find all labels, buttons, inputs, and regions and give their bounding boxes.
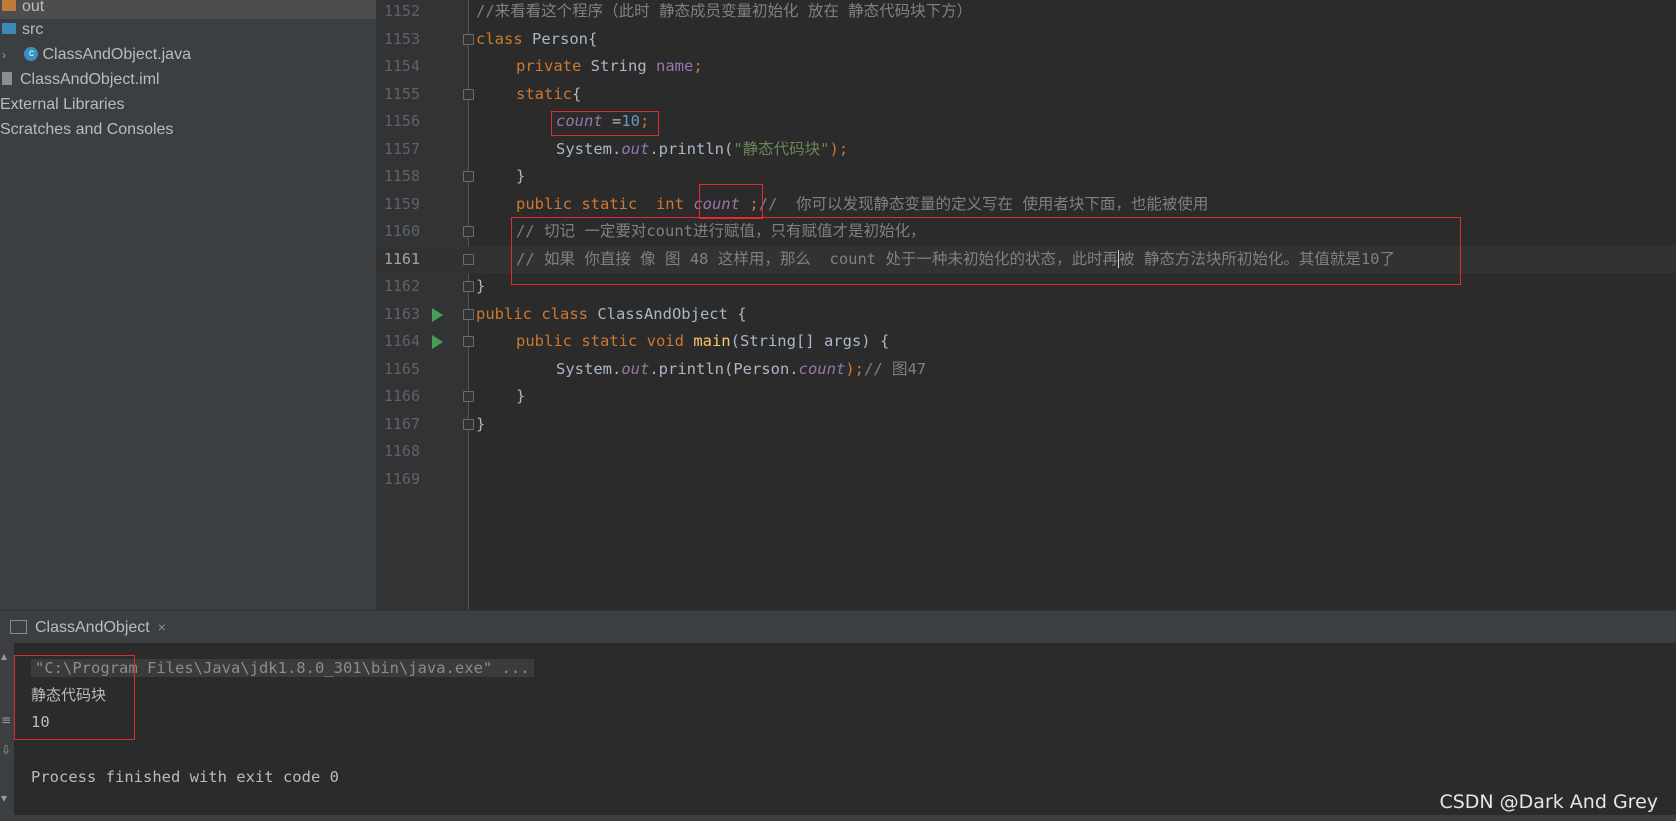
line-number: 1165 — [383, 359, 420, 378]
code-text[interactable]: public static void main(String[] args) { — [516, 328, 889, 356]
fold-icon[interactable] — [463, 418, 474, 430]
code-line[interactable]: 1159 public static int count ;// 你可以发现静态… — [376, 191, 1676, 219]
line-number: 1163 — [383, 304, 420, 323]
annotation-box — [14, 655, 135, 740]
line-number: 1156 — [383, 112, 420, 130]
code-text[interactable]: private String name; — [516, 53, 703, 81]
code-text[interactable]: static{ — [516, 81, 581, 109]
fold-icon[interactable] — [463, 88, 474, 100]
code-text[interactable]: } — [516, 163, 525, 191]
code-text[interactable]: public class ClassAndObject { — [476, 301, 747, 329]
console-icon — [10, 619, 27, 634]
fold-icon[interactable] — [463, 171, 474, 182]
code-text[interactable]: } — [476, 411, 485, 439]
java-class-icon: c — [24, 46, 39, 61]
code-line[interactable]: 1153 class Person{ — [376, 26, 1676, 54]
code-line[interactable]: 1163 public class ClassAndObject { — [376, 301, 1676, 329]
line-number: 1153 — [383, 29, 420, 48]
close-icon[interactable]: × — [158, 619, 166, 635]
module-file-icon — [2, 72, 12, 86]
line-number: 1167 — [383, 414, 420, 433]
scroll-to-end-icon[interactable]: ⇩ — [1, 743, 11, 757]
code-text[interactable]: class Person{ — [476, 26, 597, 54]
fold-icon[interactable] — [463, 336, 474, 347]
code-line[interactable]: 1154 private String name; — [376, 53, 1676, 81]
line-number: 1157 — [383, 139, 420, 158]
tree-item-label: Scratches and Consoles — [0, 121, 174, 138]
code-text[interactable]: System.out.println(Person.count);// 图47 — [556, 356, 926, 384]
tree-item-classandobject-java[interactable]: › c ClassAndObject.java — [0, 42, 191, 67]
tree-item-classandobject-iml[interactable]: ClassAndObject.iml — [0, 67, 160, 92]
fold-icon[interactable] — [463, 226, 474, 237]
folder-icon — [2, 23, 16, 35]
code-editor[interactable]: 1152 //来看看这个程序（此时 静态成员变量初始化 放在 静态代码块下方） … — [376, 0, 1676, 610]
folder-icon — [2, 0, 16, 12]
code-line[interactable]: 1169 — [376, 466, 1676, 494]
console-exit-message: Process finished with exit code 0 — [31, 768, 339, 786]
fold-icon[interactable] — [463, 253, 474, 265]
tree-item-label: External Libraries — [0, 96, 125, 113]
run-console[interactable]: ▴ ≡ ⇩ ▾ "C:\Program Files\Java\jdk1.8.0_… — [0, 643, 1676, 821]
code-line[interactable]: 1164 public static void main(String[] ar… — [376, 328, 1676, 356]
line-number: 1159 — [383, 194, 420, 213]
run-panel-header: ClassAndObject × — [0, 610, 1676, 644]
code-line[interactable]: 1166 } — [376, 383, 1676, 411]
code-line[interactable]: 1155 static{ — [376, 81, 1676, 109]
fold-icon[interactable] — [463, 33, 474, 45]
watermark: CSDN @Dark And Grey — [1439, 791, 1658, 813]
code-line[interactable]: 1158 } — [376, 163, 1676, 191]
run-tab-label: ClassAndObject — [35, 619, 150, 636]
code-line[interactable]: 1165 System.out.println(Person.count);//… — [376, 356, 1676, 384]
line-number: 1164 — [383, 332, 420, 350]
fold-icon[interactable] — [463, 391, 474, 402]
code-line[interactable]: 1168 — [376, 438, 1676, 466]
annotation-box — [551, 111, 659, 136]
line-number: 1168 — [383, 442, 420, 460]
code-line[interactable]: 1152 //来看看这个程序（此时 静态成员变量初始化 放在 静态代码块下方） — [376, 0, 1676, 26]
chevron-right-icon[interactable]: › — [2, 43, 14, 68]
code-line[interactable]: 1157 System.out.println("静态代码块"); — [376, 136, 1676, 164]
run-tab[interactable]: ClassAndObject × — [10, 611, 166, 644]
tree-item-label: src — [22, 21, 44, 38]
tree-item-scratches[interactable]: Scratches and Consoles — [0, 117, 173, 142]
code-text[interactable]: //来看看这个程序（此时 静态成员变量初始化 放在 静态代码块下方） — [476, 0, 972, 26]
more-icon[interactable]: ▾ — [1, 791, 7, 805]
fold-icon[interactable] — [463, 308, 474, 320]
line-number: 1162 — [383, 277, 420, 295]
rerun-icon[interactable]: ▴ — [1, 649, 7, 663]
code-text[interactable]: } — [516, 383, 525, 411]
soft-wrap-icon[interactable]: ≡ — [1, 713, 11, 727]
annotation-box — [511, 217, 1461, 285]
tree-item-external-libraries[interactable]: External Libraries — [0, 92, 125, 117]
tree-item-label: ClassAndObject.iml — [20, 71, 160, 88]
code-text[interactable]: } — [476, 273, 485, 301]
horizontal-scrollbar[interactable] — [14, 815, 1676, 821]
tree-item-label: ClassAndObject.java — [42, 46, 191, 63]
run-icon[interactable] — [432, 335, 443, 349]
line-number: 1169 — [383, 469, 420, 488]
code-line[interactable]: 1167 } — [376, 411, 1676, 439]
run-icon[interactable] — [432, 307, 443, 322]
line-number: 1154 — [383, 57, 420, 75]
annotation-box — [699, 184, 763, 219]
code-text[interactable]: public static int count ;// 你可以发现静态变量的定义… — [516, 191, 1208, 219]
line-number: 1160 — [383, 222, 420, 240]
line-number: 1155 — [383, 84, 420, 103]
line-number: 1158 — [383, 167, 420, 185]
tree-item-src[interactable]: src — [0, 17, 43, 42]
fold-icon[interactable] — [463, 281, 474, 292]
line-number: 1152 — [383, 2, 420, 20]
tree-item-label: out — [22, 0, 45, 15]
line-number: 1161 — [383, 249, 420, 268]
project-tree: out src › c ClassAndObject.java ClassAndO… — [0, 0, 376, 610]
tree-item-out[interactable]: out — [0, 0, 376, 19]
console-toolbar: ▴ ≡ ⇩ ▾ — [0, 643, 14, 821]
line-number: 1166 — [383, 387, 420, 405]
code-text[interactable]: System.out.println("静态代码块"); — [556, 136, 848, 164]
